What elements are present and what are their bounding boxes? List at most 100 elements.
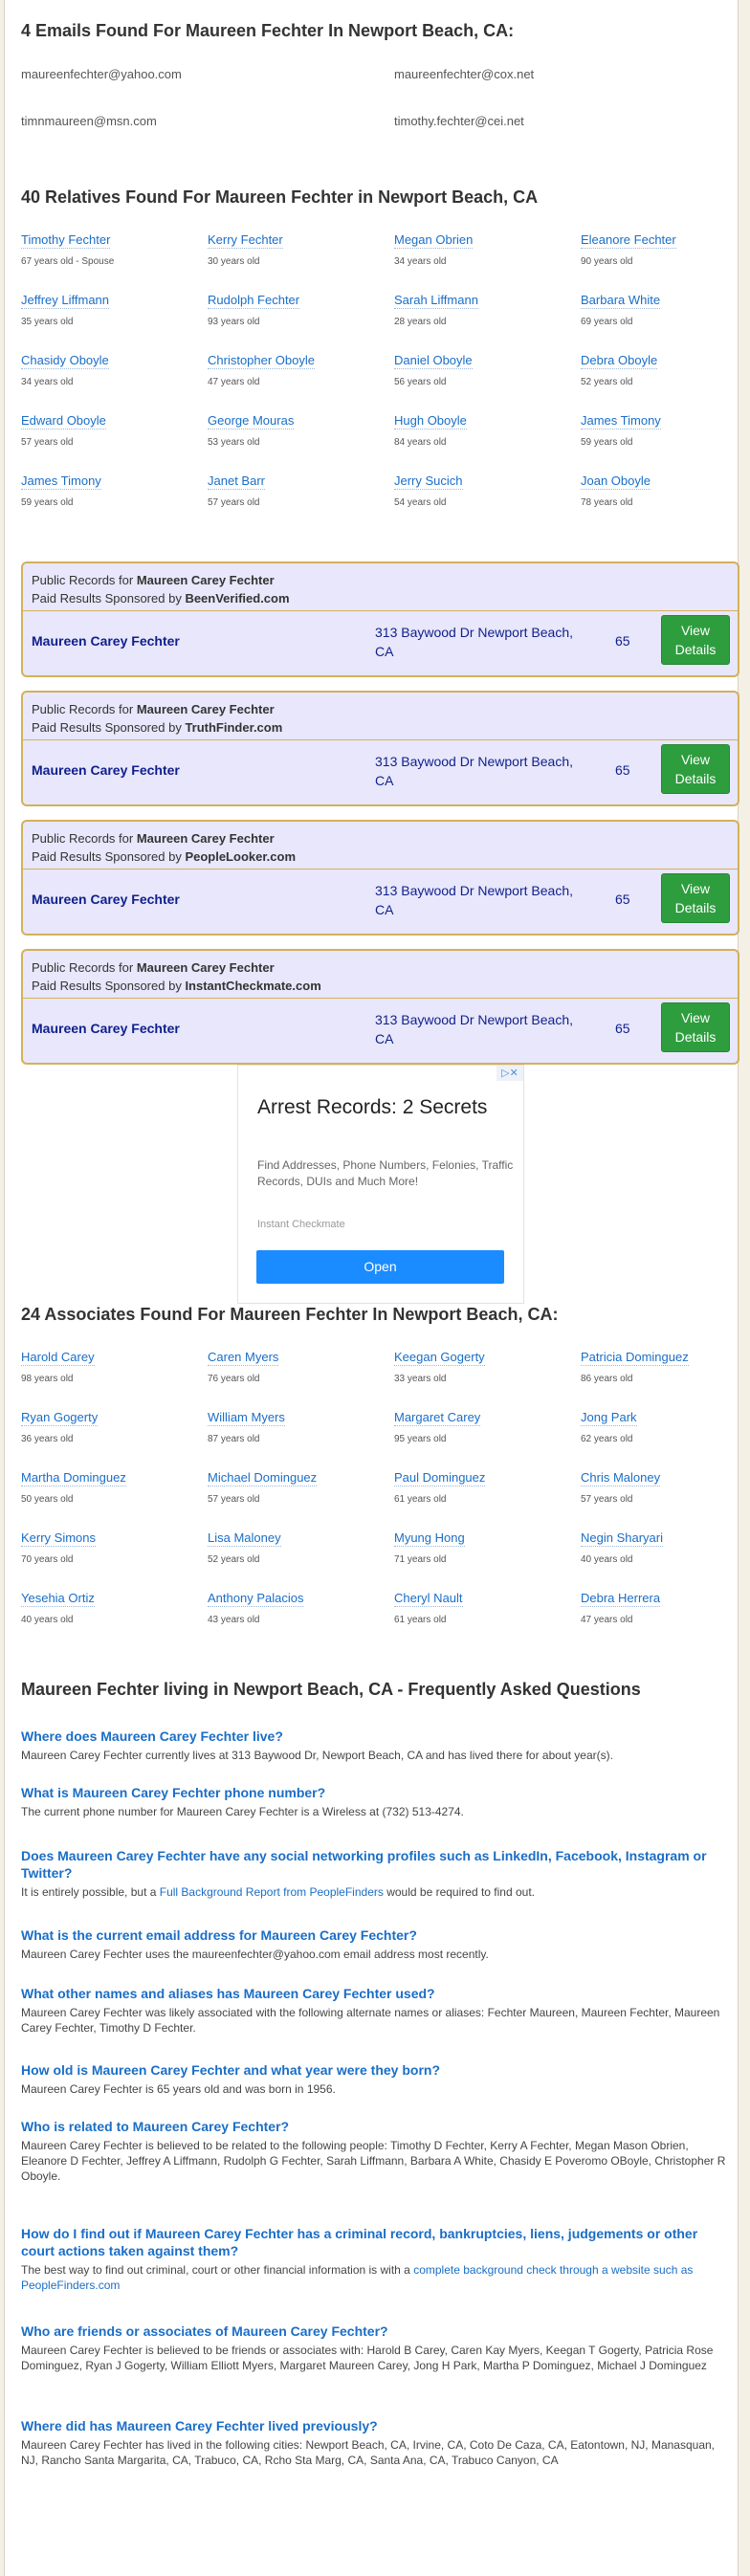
associates-heading: 24 Associates Found For Maureen Fechter … xyxy=(21,1305,559,1324)
person-name-link[interactable]: Anthony Palacios xyxy=(208,1590,304,1607)
person-name-link[interactable]: Ryan Gogerty xyxy=(21,1409,99,1426)
sponsor-name: PeopleLooker.com xyxy=(185,849,297,864)
person-name-link[interactable]: William Myers xyxy=(208,1409,285,1426)
person-name-link[interactable]: Harold Carey xyxy=(21,1349,95,1366)
record-name[interactable]: Maureen Carey Fechter xyxy=(32,892,180,907)
person-name-link[interactable]: Michael Dominguez xyxy=(208,1469,318,1486)
person-age: 93 years old xyxy=(208,317,260,327)
view-details-button[interactable]: View Details xyxy=(661,615,730,665)
faq-item: Who is related to Maureen Carey Fechter?… xyxy=(21,2118,734,2184)
record-name[interactable]: Maureen Carey Fechter xyxy=(32,1021,180,1036)
faq-question-link[interactable]: Where does Maureen Carey Fechter live? xyxy=(21,1728,734,1745)
person-name-link[interactable]: Myung Hong xyxy=(394,1530,465,1547)
person-name-link[interactable]: Eleanore Fechter xyxy=(581,231,676,249)
sponsor-label: Paid Results Sponsored by xyxy=(32,720,182,735)
person-name-link[interactable]: Chris Maloney xyxy=(581,1469,661,1486)
person-card: Lisa Maloney 52 years old xyxy=(208,1530,394,1590)
faq-answer-text: Maureen Carey Fechter is 65 years old an… xyxy=(21,2082,336,2096)
person-name-link[interactable]: Edward Oboyle xyxy=(21,412,106,429)
person-card: Joan Oboyle 78 years old xyxy=(581,473,734,533)
person-age: 34 years old xyxy=(394,256,447,267)
person-name-link[interactable]: Sarah Liffmann xyxy=(394,292,478,309)
public-record-title: Public Records for Maureen Carey Fechter xyxy=(32,573,275,587)
person-name-link[interactable]: Chasidy Oboyle xyxy=(21,352,109,369)
faq-answer-text: The current phone number for Maureen Car… xyxy=(21,1805,464,1818)
ad-open-button[interactable]: Open xyxy=(256,1250,504,1284)
faq-item: Who are friends or associates of Maureen… xyxy=(21,2323,734,2373)
person-name-link[interactable]: Timothy Fechter xyxy=(21,231,111,249)
person-name-link[interactable]: Negin Sharyari xyxy=(581,1530,663,1547)
faq-question-link[interactable]: What is Maureen Carey Fechter phone numb… xyxy=(21,1784,734,1801)
view-details-button[interactable]: View Details xyxy=(661,1002,730,1052)
person-name-link[interactable]: Kerry Simons xyxy=(21,1530,97,1547)
record-divider xyxy=(23,610,738,611)
person-age: 87 years old xyxy=(208,1434,260,1444)
ad-close-icon[interactable]: ▷✕ xyxy=(496,1066,523,1081)
ad-title[interactable]: Arrest Records: 2 Secrets xyxy=(257,1094,506,1121)
person-name-link[interactable]: Keegan Gogerty xyxy=(394,1349,485,1366)
person-name-link[interactable]: Cheryl Nault xyxy=(394,1590,463,1607)
person-card: Patricia Dominguez 86 years old xyxy=(581,1349,734,1409)
person-name-link[interactable]: Caren Myers xyxy=(208,1349,279,1366)
view-details-button[interactable]: View Details xyxy=(661,873,730,923)
faq-answer-link[interactable]: Full Background Report from PeopleFinder… xyxy=(160,1885,384,1899)
person-name-link[interactable]: Debra Herrera xyxy=(581,1590,661,1607)
faq-answer-text: Maureen Carey Fechter is believed to be … xyxy=(21,2344,714,2372)
person-name-link[interactable]: James Timony xyxy=(21,473,101,490)
person-age: 61 years old xyxy=(394,1615,447,1625)
person-name-link[interactable]: Megan Obrien xyxy=(394,231,474,249)
person-name-link[interactable]: Margaret Carey xyxy=(394,1409,481,1426)
faq-question-link[interactable]: Who is related to Maureen Carey Fechter? xyxy=(21,2118,734,2135)
ad-banner[interactable]: ▷✕ Arrest Records: 2 Secrets Find Addres… xyxy=(237,1065,524,1304)
person-name-link[interactable]: Barbara White xyxy=(581,292,661,309)
public-record-box: Public Records for Maureen Carey Fechter… xyxy=(21,561,739,677)
person-name-link[interactable]: Jerry Sucich xyxy=(394,473,463,490)
faq-question-link[interactable]: Who are friends or associates of Maureen… xyxy=(21,2323,734,2340)
faq-question-link[interactable]: Where did has Maureen Carey Fechter live… xyxy=(21,2417,734,2434)
person-age: 69 years old xyxy=(581,317,633,327)
faq-answer: Maureen Carey Fechter is believed to be … xyxy=(21,2138,734,2184)
person-name-link[interactable]: Martha Dominguez xyxy=(21,1469,126,1486)
person-name-link[interactable]: Daniel Oboyle xyxy=(394,352,473,369)
person-age: 95 years old xyxy=(394,1434,447,1444)
person-name-link[interactable]: Rudolph Fechter xyxy=(208,292,300,309)
person-name-link[interactable]: Patricia Dominguez xyxy=(581,1349,689,1366)
faq-question-link[interactable]: What other names and aliases has Maureen… xyxy=(21,1985,734,2002)
faq-answer-text: Maureen Carey Fechter is believed to be … xyxy=(21,2139,726,2183)
person-age: 35 years old xyxy=(21,317,74,327)
public-record-label: Public Records for xyxy=(32,573,134,587)
person-card: Harold Carey 98 years old xyxy=(21,1349,208,1409)
person-name-link[interactable]: James Timony xyxy=(581,412,661,429)
faq-question-link[interactable]: Does Maureen Carey Fechter have any soci… xyxy=(21,1847,734,1882)
view-details-button[interactable]: View Details xyxy=(661,744,730,794)
sponsor-name: InstantCheckmate.com xyxy=(185,979,321,993)
faq-question-link[interactable]: How do I find out if Maureen Carey Fecht… xyxy=(21,2225,734,2259)
person-name-link[interactable]: Christopher Oboyle xyxy=(208,352,315,369)
person-name-link[interactable]: Jeffrey Liffmann xyxy=(21,292,110,309)
faq-answer: Maureen Carey Fechter is 65 years old an… xyxy=(21,2081,734,2097)
person-age: 59 years old xyxy=(581,437,633,448)
person-card: Timothy Fechter 67 years old - Spouse xyxy=(21,231,208,292)
person-name-link[interactable]: George Mouras xyxy=(208,412,295,429)
public-record-box: Public Records for Maureen Carey Fechter… xyxy=(21,820,739,936)
sponsor-line: Paid Results Sponsored by PeopleLooker.c… xyxy=(32,849,296,864)
faq-answer: Maureen Carey Fechter is believed to be … xyxy=(21,2343,734,2373)
person-card: James Timony 59 years old xyxy=(21,473,208,533)
person-name-link[interactable]: Yesehia Ortiz xyxy=(21,1590,95,1607)
record-name[interactable]: Maureen Carey Fechter xyxy=(32,633,180,649)
person-age: 57 years old xyxy=(208,497,260,508)
faq-item: How do I find out if Maureen Carey Fecht… xyxy=(21,2225,734,2293)
person-name-link[interactable]: Hugh Oboyle xyxy=(394,412,467,429)
person-name-link[interactable]: Kerry Fechter xyxy=(208,231,283,249)
faq-question-link[interactable]: How old is Maureen Carey Fechter and wha… xyxy=(21,2061,734,2079)
person-name-link[interactable]: Jong Park xyxy=(581,1409,637,1426)
person-name-link[interactable]: Joan Oboyle xyxy=(581,473,651,490)
person-name-link[interactable]: Paul Dominguez xyxy=(394,1469,486,1486)
record-name[interactable]: Maureen Carey Fechter xyxy=(32,762,180,778)
person-name-link[interactable]: Janet Barr xyxy=(208,473,265,490)
sponsor-line: Paid Results Sponsored by TruthFinder.co… xyxy=(32,720,282,735)
person-name-link[interactable]: Debra Oboyle xyxy=(581,352,658,369)
faq-question-link[interactable]: What is the current email address for Ma… xyxy=(21,1926,734,1944)
email-item: maureenfechter@yahoo.com xyxy=(21,67,182,81)
person-name-link[interactable]: Lisa Maloney xyxy=(208,1530,281,1547)
